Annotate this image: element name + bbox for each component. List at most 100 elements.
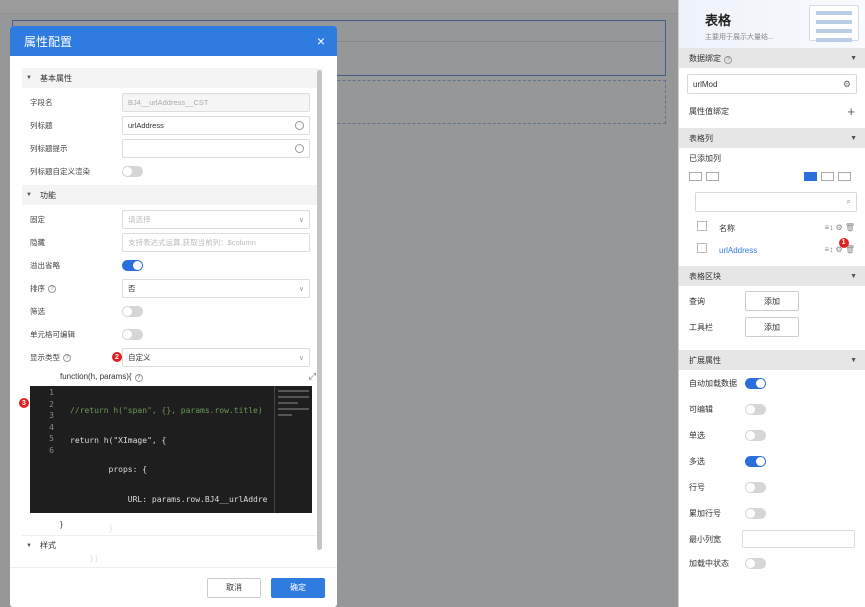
field-label: 字段名 <box>30 98 53 107</box>
caret-down-icon: ▼ <box>26 542 32 549</box>
help-icon[interactable]: ? <box>134 373 143 382</box>
export-column-icon[interactable] <box>838 171 851 181</box>
ok-button[interactable]: 确定 <box>271 577 325 598</box>
model-value: urlMod <box>693 79 718 89</box>
dialog-title: 属性配置 <box>24 34 73 49</box>
code-line: URL: params.row.BJ4__urlAddres <box>70 494 268 504</box>
field-name-input[interactable]: BJ4__urlAddress__CST <box>122 93 310 112</box>
editable-toggle[interactable] <box>745 403 766 415</box>
column-tip-input[interactable] <box>122 139 310 158</box>
display-type-select[interactable]: 自定义 ∨ <box>122 348 310 367</box>
chevron-down-icon: ∨ <box>298 354 304 362</box>
display-type-label: 显示类型 <box>30 353 60 362</box>
fixed-placeholder: 请选择 <box>128 215 151 224</box>
field-label: 单元格可编辑 <box>30 330 75 339</box>
multi-select-toggle[interactable] <box>745 455 766 467</box>
filter-toggle[interactable] <box>122 306 143 317</box>
code-header-row: function(h, params){? ⤢ <box>22 369 322 384</box>
chevron-down-icon: ▼ <box>850 356 857 364</box>
custom-render-toggle[interactable] <box>122 166 143 177</box>
dialog-body: ▼ 基本属性 字段名 BJ4__urlAddress__CST 列标题 urlAd… <box>22 68 322 568</box>
ext-label: 行号 <box>689 482 705 492</box>
group-basic[interactable]: ▼ 基本属性 <box>22 68 322 88</box>
add-query-button[interactable]: 添加 <box>745 291 799 311</box>
chevron-down-icon: ∨ <box>298 216 304 224</box>
add-column-icon[interactable] <box>804 171 817 181</box>
column-actions-icon[interactable]: ≡↕ ⚙ 🗑 <box>825 223 855 232</box>
section-table-blocks[interactable]: 表格区块 ▼ <box>679 266 865 286</box>
cancel-button[interactable]: 取消 <box>207 577 261 598</box>
chevron-down-icon: ▼ <box>850 272 857 280</box>
checkbox[interactable] <box>697 220 707 231</box>
section-label: 表格区块 <box>689 271 721 281</box>
column-actions-icon[interactable]: ≡↕ ⚙ 🗑 1 <box>825 237 855 254</box>
field-label: 溢出省略 <box>30 261 60 270</box>
model-select[interactable]: urlMod ⚙ <box>687 74 857 94</box>
column-item[interactable]: urlAddress ≡↕ ⚙ 🗑 1 <box>679 237 865 260</box>
sort-select[interactable]: 否 ∨ <box>122 279 310 298</box>
auto-load-toggle[interactable] <box>745 377 766 389</box>
form-row: 列标题 urlAddress <box>22 114 322 137</box>
help-icon[interactable]: ? <box>63 353 71 362</box>
gear-icon[interactable]: ⚙ <box>843 79 851 90</box>
column-search-input[interactable]: ⌕ <box>695 192 857 212</box>
chevron-down-icon: ▼ <box>850 134 857 142</box>
property-panel: 表格 主要用于展示大量结... 数据绑定? ▼ urlMod ⚙ 属性值绑定 +… <box>678 0 865 607</box>
loading-state-toggle[interactable] <box>745 557 766 569</box>
code-line: //return h("span", {}, params.row.title) <box>70 406 263 415</box>
single-select-toggle[interactable] <box>745 429 766 441</box>
group-label: 功能 <box>39 190 56 200</box>
table-illustration-icon <box>809 5 859 42</box>
property-config-dialog: 属性配置 × ▼ 基本属性 字段名 BJ4__urlAddress__CST 列标… <box>10 26 337 607</box>
ext-label: 最小列宽 <box>689 534 721 544</box>
help-icon[interactable]: ? <box>48 284 56 293</box>
expand-icon[interactable]: ⤢ <box>309 371 316 382</box>
line-number: 2 <box>49 399 54 409</box>
import-column-icon[interactable] <box>821 171 834 181</box>
search-icon[interactable]: ⌕ <box>847 197 851 207</box>
section-label: 表格列 <box>689 133 713 143</box>
code-lines: //return h("span", {}, params.row.title)… <box>70 388 268 568</box>
code-minimap[interactable] <box>274 386 312 513</box>
group-label: 基本属性 <box>39 73 72 83</box>
overflow-toggle[interactable] <box>122 260 143 271</box>
ext-row: 累加行号 <box>679 500 865 526</box>
sort-value: 否 <box>128 284 136 293</box>
line-number: 1 <box>49 388 54 397</box>
section-data-binding[interactable]: 数据绑定? ▼ <box>679 48 865 68</box>
panel-header: 表格 主要用于展示大量结... <box>679 0 865 48</box>
code-editor[interactable]: 1 2 3 4 5 6 //return h("span", {}, param… <box>30 386 312 563</box>
ext-label: 加载中状态 <box>689 558 729 568</box>
section-ext[interactable]: 扩展属性 ▼ <box>679 350 865 370</box>
globe-icon[interactable] <box>295 121 304 130</box>
caret-down-icon: ▼ <box>26 192 32 198</box>
field-label: 隐藏 <box>30 238 45 247</box>
column-item[interactable]: 名称 ≡↕ ⚙ 🗑 <box>679 216 865 238</box>
hidden-input[interactable]: 支持表达式运算,获取当前列：$column <box>122 233 310 252</box>
globe-icon[interactable] <box>295 144 304 153</box>
cell-edit-toggle[interactable] <box>122 329 143 340</box>
added-columns-row: 已添加列 <box>679 148 865 168</box>
line-number: 5 <box>49 434 54 443</box>
cumulative-row-toggle[interactable] <box>745 507 766 519</box>
close-icon[interactable]: × <box>317 34 325 48</box>
ext-row: 单选 <box>679 422 865 448</box>
checkbox[interactable] <box>697 243 707 253</box>
fixed-select[interactable]: 请选择 ∨ <box>122 210 310 229</box>
add-toolbar-button[interactable]: 添加 <box>745 317 799 337</box>
dialog-scrollbar[interactable] <box>317 70 322 550</box>
section-columns[interactable]: 表格列 ▼ <box>679 128 865 148</box>
column-title-input[interactable]: urlAddress <box>122 116 310 135</box>
split-column-icon[interactable] <box>689 171 702 181</box>
form-row: 显示类型? 2 自定义 ∨ <box>22 346 322 369</box>
form-row: 隐藏 支持表达式运算,获取当前列：$column <box>22 231 322 254</box>
merge-column-icon[interactable] <box>706 171 719 181</box>
group-function[interactable]: ▼ 功能 <box>22 185 322 205</box>
code-line: props: { <box>70 465 148 474</box>
form-row: 字段名 BJ4__urlAddress__CST <box>22 91 322 114</box>
column-name: 名称 <box>719 223 735 233</box>
help-icon[interactable]: ? <box>724 55 732 64</box>
plus-icon[interactable]: + <box>847 104 855 119</box>
row-number-toggle[interactable] <box>745 481 766 493</box>
min-width-input[interactable] <box>742 530 855 548</box>
